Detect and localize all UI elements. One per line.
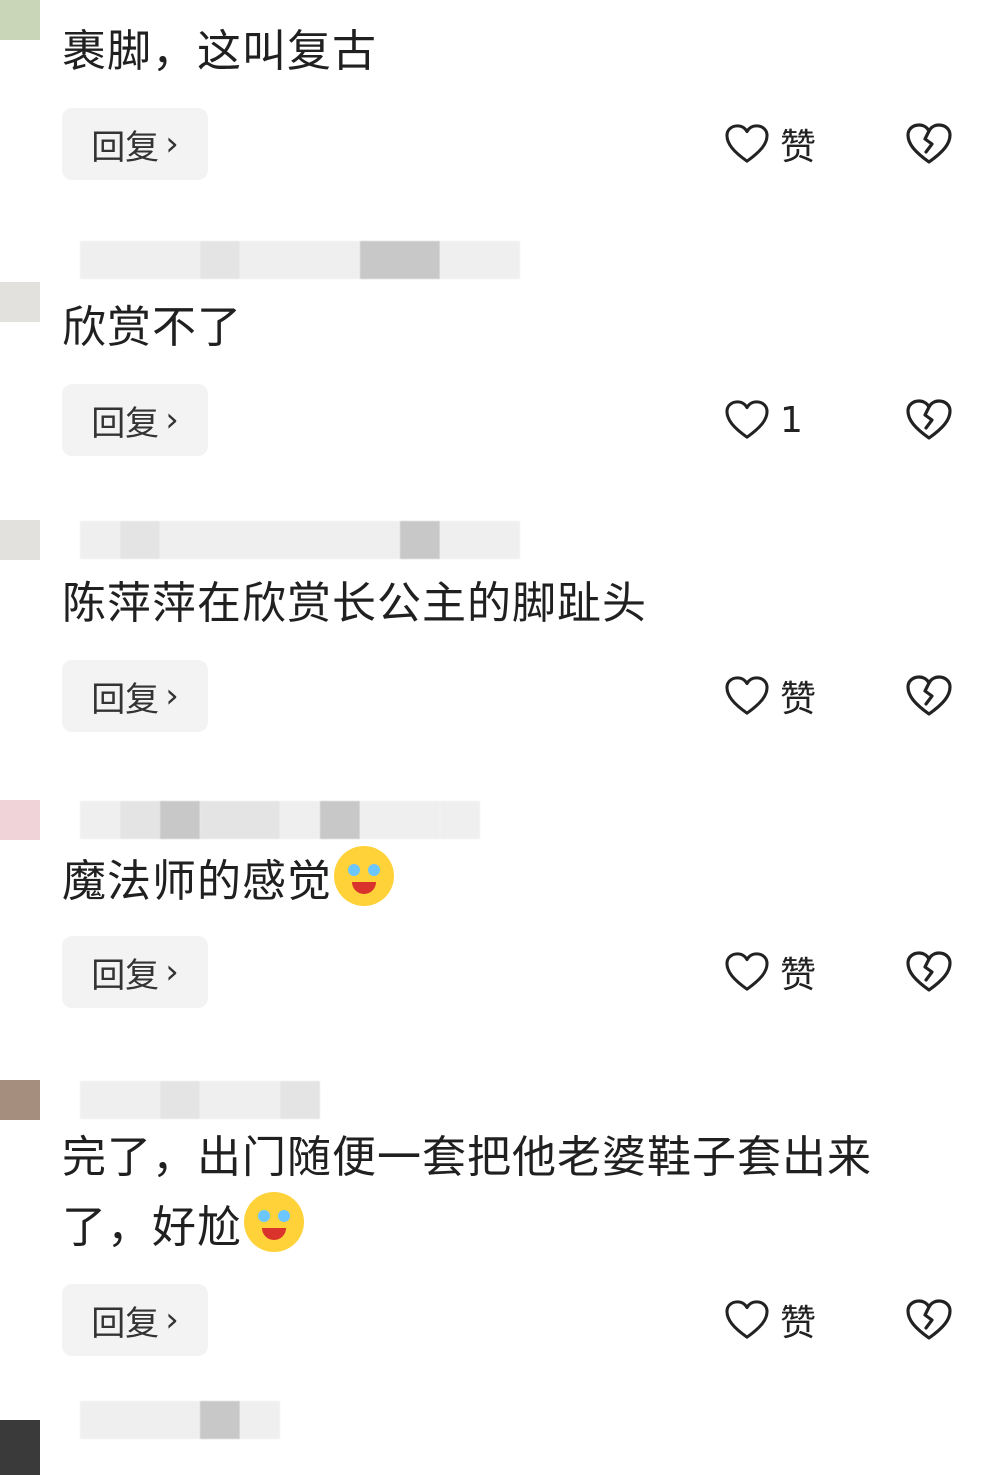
reply-label: 回复 bbox=[91, 127, 160, 168]
like-button[interactable]: 赞 bbox=[724, 936, 816, 1008]
comment-text-line: 完了，出门随便一套把他老婆鞋子套出来 bbox=[62, 1132, 872, 1183]
chevron-right-icon: › bbox=[165, 952, 179, 992]
comment-meta-blurred bbox=[80, 1400, 280, 1440]
reply-button[interactable]: 回复 › bbox=[62, 108, 208, 180]
like-button[interactable]: 赞 bbox=[724, 1284, 816, 1356]
comment-text: 陈萍萍在欣赏长公主的脚趾头 bbox=[62, 578, 647, 629]
like-button[interactable]: 1 bbox=[724, 384, 803, 456]
avatar[interactable] bbox=[0, 282, 40, 322]
comment-meta-blurred bbox=[80, 800, 480, 840]
avatar[interactable] bbox=[0, 520, 40, 560]
like-button[interactable]: 赞 bbox=[724, 108, 816, 180]
heart-outline-icon bbox=[725, 124, 769, 163]
dislike-button[interactable] bbox=[904, 660, 954, 732]
comment-meta-blurred bbox=[80, 520, 520, 560]
reply-button[interactable]: 回复 › bbox=[62, 936, 208, 1008]
reply-button[interactable]: 回复 › bbox=[62, 1284, 208, 1356]
comment-text: 裹脚，这叫复古 bbox=[62, 26, 377, 77]
dislike-button[interactable] bbox=[904, 936, 954, 1008]
like-label: 赞 bbox=[780, 679, 817, 720]
comment-text: 完了，出门随便一套把他老婆鞋子套出来 了，好尬 bbox=[62, 1124, 962, 1262]
dislike-button[interactable] bbox=[904, 384, 954, 456]
like-label: 赞 bbox=[780, 127, 817, 168]
chevron-right-icon: › bbox=[165, 124, 179, 164]
heart-outline-icon bbox=[725, 400, 769, 439]
broken-heart-icon bbox=[906, 123, 952, 164]
chevron-right-icon: › bbox=[165, 1300, 179, 1340]
chevron-right-icon: › bbox=[165, 400, 179, 440]
comment-text-content: 魔法师的感觉 bbox=[62, 856, 332, 907]
comment-text-content: 了，好尬 bbox=[62, 1202, 242, 1253]
avatar[interactable] bbox=[0, 800, 40, 840]
comment-text: 魔法师的感觉 bbox=[62, 846, 962, 916]
reply-label: 回复 bbox=[91, 679, 160, 720]
heart-outline-icon bbox=[725, 952, 769, 991]
broken-heart-icon bbox=[906, 951, 952, 992]
heart-outline-icon bbox=[725, 1300, 769, 1339]
avatar[interactable] bbox=[0, 0, 40, 40]
laughing-tears-emoji bbox=[334, 846, 394, 906]
comment-text-line: 了，好尬 bbox=[62, 1192, 962, 1262]
like-button[interactable]: 赞 bbox=[724, 660, 816, 732]
dislike-button[interactable] bbox=[904, 108, 954, 180]
dislike-button[interactable] bbox=[904, 1284, 954, 1356]
like-count: 1 bbox=[780, 399, 803, 441]
heart-outline-icon bbox=[725, 676, 769, 715]
crying-emoji bbox=[244, 1192, 304, 1252]
reply-label: 回复 bbox=[91, 955, 160, 996]
broken-heart-icon bbox=[906, 399, 952, 440]
broken-heart-icon bbox=[906, 1299, 952, 1340]
like-label: 赞 bbox=[780, 955, 817, 996]
comment-meta-blurred bbox=[80, 240, 520, 280]
chevron-right-icon: › bbox=[165, 676, 179, 716]
reply-button[interactable]: 回复 › bbox=[62, 660, 208, 732]
comment-text: 欣赏不了 bbox=[62, 302, 242, 353]
avatar[interactable] bbox=[0, 1080, 40, 1120]
reply-label: 回复 bbox=[91, 1303, 160, 1344]
reply-label: 回复 bbox=[91, 403, 160, 444]
comment-meta-blurred bbox=[80, 1080, 320, 1120]
broken-heart-icon bbox=[906, 675, 952, 716]
reply-button[interactable]: 回复 › bbox=[62, 384, 208, 456]
like-label: 赞 bbox=[780, 1303, 817, 1344]
avatar[interactable] bbox=[0, 1420, 40, 1475]
